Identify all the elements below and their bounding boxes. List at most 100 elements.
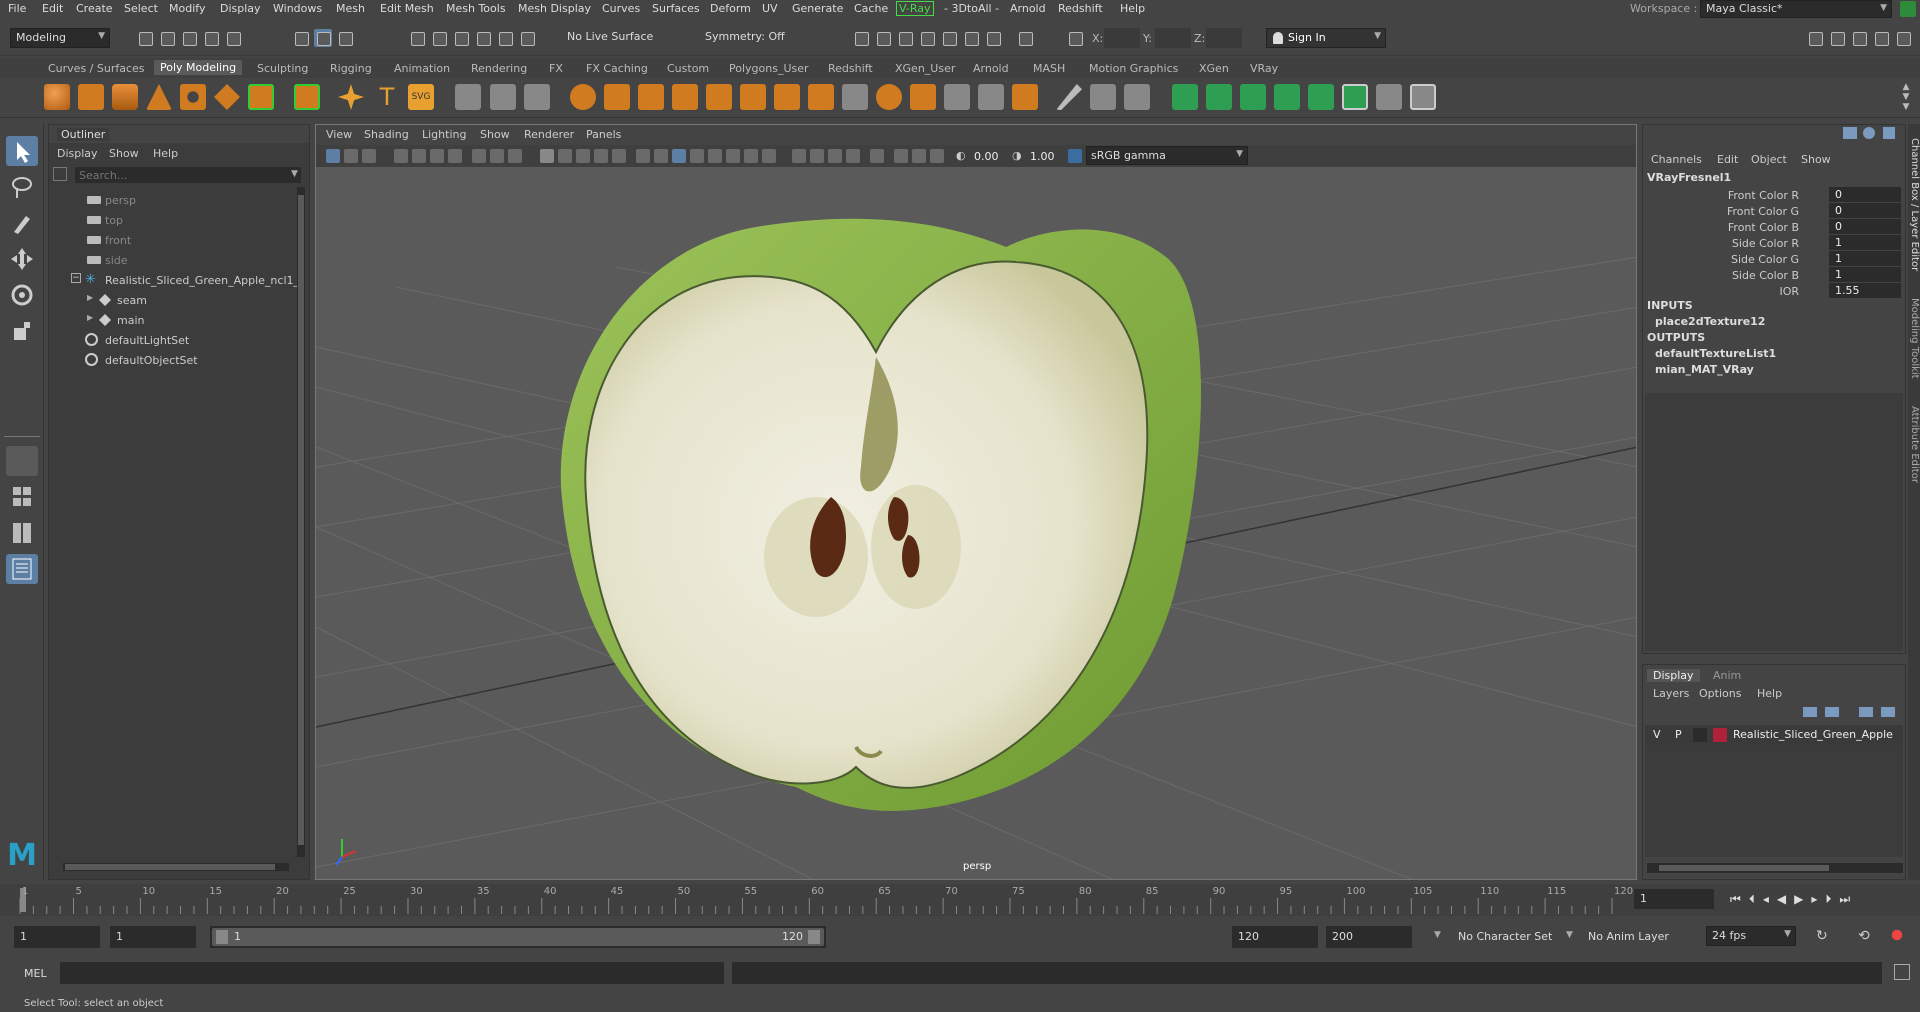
layer-menu-options[interactable]: Options: [1699, 687, 1741, 700]
time-slider[interactable]: 1 5 10 15 20 25 30 35 40 45 50 55 60 65 70 75 80 85 90 95 10…: [0, 884, 1920, 916]
separate-icon[interactable]: [604, 84, 630, 110]
scale-tool-icon[interactable]: [6, 316, 38, 346]
vp-menu-lighting[interactable]: Lighting: [422, 128, 466, 141]
shelf-scroll-icon[interactable]: ▲ ▼ ▼: [1900, 82, 1912, 112]
smooth-shade-icon[interactable]: [654, 149, 668, 163]
bevel-icon[interactable]: [876, 84, 902, 110]
boolean-icon[interactable]: [706, 84, 732, 110]
chevron-down-icon[interactable]: ▼: [1434, 930, 1441, 940]
scroll-thumb[interactable]: [298, 195, 304, 845]
tab-fx-caching[interactable]: FX Caching: [586, 62, 648, 75]
field-chart-icon[interactable]: [576, 149, 590, 163]
x-field[interactable]: [1104, 28, 1140, 48]
hud-icon[interactable]: [894, 149, 908, 163]
menu-3dtoall[interactable]: - 3DtoAll -: [944, 2, 999, 15]
vp-menu-show[interactable]: Show: [480, 128, 510, 141]
extrude-icon[interactable]: [1172, 84, 1198, 110]
depth-of-field-icon[interactable]: [846, 149, 860, 163]
collapse-icon[interactable]: [1342, 84, 1368, 110]
snap-point-icon[interactable]: [452, 29, 470, 47]
exposure-value[interactable]: 0.00: [974, 150, 999, 163]
textured-icon[interactable]: [672, 149, 686, 163]
move-layer-down-icon[interactable]: [1825, 707, 1839, 717]
render-frame-icon[interactable]: [852, 29, 870, 47]
go-to-start-icon[interactable]: ⏮: [1730, 892, 1749, 906]
vray-render-icon[interactable]: [940, 29, 958, 47]
cb-output-mian-mat[interactable]: mian_MAT_VRay: [1655, 363, 1754, 376]
menu-select[interactable]: Select: [124, 2, 158, 15]
tab-animation[interactable]: Animation: [394, 62, 450, 75]
attribute-editor-icon[interactable]: [1850, 29, 1868, 47]
cb-attr-ior[interactable]: IOR 1.55: [1643, 283, 1905, 299]
select-tool-icon[interactable]: [6, 136, 38, 166]
ambient-occlusion-icon[interactable]: [792, 149, 806, 163]
cb-input-place2dtexture[interactable]: place2dTexture12: [1655, 315, 1765, 328]
menu-help[interactable]: Help: [1120, 2, 1145, 15]
loop-icon[interactable]: ↻: [1816, 928, 1828, 944]
undo-icon[interactable]: [202, 29, 220, 47]
fps-dropdown[interactable]: 24 fps ▼: [1706, 926, 1796, 946]
range-start-handle[interactable]: [216, 930, 228, 944]
cb-menu-show[interactable]: Show: [1801, 153, 1831, 166]
chevron-down-icon[interactable]: ▼: [291, 169, 298, 179]
layer-visibility-toggle[interactable]: V: [1653, 728, 1661, 741]
gamma-value[interactable]: 1.00: [1030, 150, 1055, 163]
gate-mask-icon[interactable]: [558, 149, 572, 163]
range-bar[interactable]: 1 120: [212, 928, 824, 946]
tab-custom[interactable]: Custom: [667, 62, 709, 75]
side-tab-modeling-toolkit[interactable]: Modeling Toolkit: [1909, 298, 1920, 379]
menu-surfaces[interactable]: Surfaces: [652, 2, 700, 15]
vp-menu-renderer[interactable]: Renderer: [524, 128, 574, 141]
cb-attr-side-color-r[interactable]: Side Color R 1: [1643, 235, 1905, 251]
tab-redshift[interactable]: Redshift: [828, 62, 873, 75]
tab-polygons-user[interactable]: Polygons_User: [729, 62, 809, 75]
remesh-icon[interactable]: [774, 84, 800, 110]
step-back-icon[interactable]: ⏴: [1749, 892, 1763, 906]
cb-attr-side-color-b[interactable]: Side Color B 1: [1643, 267, 1905, 283]
cb-output-defaulttexturelist[interactable]: defaultTextureList1: [1655, 347, 1776, 360]
layer-type-toggle[interactable]: [1693, 728, 1707, 742]
side-tab-attribute-editor[interactable]: Attribute Editor: [1909, 406, 1920, 483]
grid-icon[interactable]: [540, 149, 554, 163]
channel-box-lock-icon[interactable]: [1863, 127, 1875, 139]
menu-display[interactable]: Display: [220, 2, 261, 15]
tab-fx[interactable]: FX: [549, 62, 563, 75]
delete-edge-icon[interactable]: [1410, 84, 1436, 110]
poke-icon[interactable]: [1240, 84, 1266, 110]
lock-camera-icon[interactable]: [472, 149, 486, 163]
rotate-tool-icon[interactable]: [6, 280, 38, 310]
tab-arnold[interactable]: Arnold: [973, 62, 1009, 75]
workspace-dropdown[interactable]: Maya Classic* ▼: [1700, 0, 1892, 18]
grease-pencil-icon[interactable]: [430, 149, 444, 163]
outliner-item-persp[interactable]: persp: [49, 191, 289, 209]
transform-input-icon[interactable]: [1066, 29, 1084, 47]
script-editor-icon[interactable]: [1894, 964, 1910, 980]
outliner-item-front[interactable]: front: [49, 231, 289, 249]
move-tool-icon[interactable]: [6, 244, 38, 274]
two-pane-icon[interactable]: [6, 518, 38, 548]
command-input[interactable]: [60, 962, 724, 984]
outliner-menu-help[interactable]: Help: [153, 147, 178, 160]
safe-title-icon[interactable]: [612, 149, 626, 163]
pause-icon[interactable]: [1016, 29, 1034, 47]
collapse-icon[interactable]: −: [71, 273, 81, 283]
side-tab-channel-box[interactable]: Channel Box / Layer Editor: [1909, 138, 1920, 271]
vp-menu-shading[interactable]: Shading: [364, 128, 409, 141]
outliner-menu-show[interactable]: Show: [109, 147, 139, 160]
camera-attr-icon[interactable]: [344, 149, 358, 163]
play-back-icon[interactable]: ◀: [1777, 892, 1794, 906]
cb-menu-channels[interactable]: Channels: [1651, 153, 1702, 166]
menu-modify[interactable]: Modify: [169, 2, 205, 15]
menu-edit-mesh[interactable]: Edit Mesh: [380, 2, 434, 15]
snap-grid-icon[interactable]: [408, 29, 426, 47]
layer-playback-toggle[interactable]: P: [1675, 728, 1682, 741]
step-forward-key-icon[interactable]: ▸: [1811, 892, 1825, 906]
mel-label[interactable]: MEL: [24, 967, 47, 980]
outliner-filter-icon[interactable]: [53, 167, 67, 181]
new-layer-icon[interactable]: [1859, 707, 1873, 717]
retopo-icon[interactable]: [808, 84, 834, 110]
playblast-icon[interactable]: [912, 149, 926, 163]
step-forward-icon[interactable]: ⏵: [1825, 892, 1839, 906]
xray-active-icon[interactable]: [762, 149, 776, 163]
menu-arnold[interactable]: Arnold: [1010, 2, 1046, 15]
